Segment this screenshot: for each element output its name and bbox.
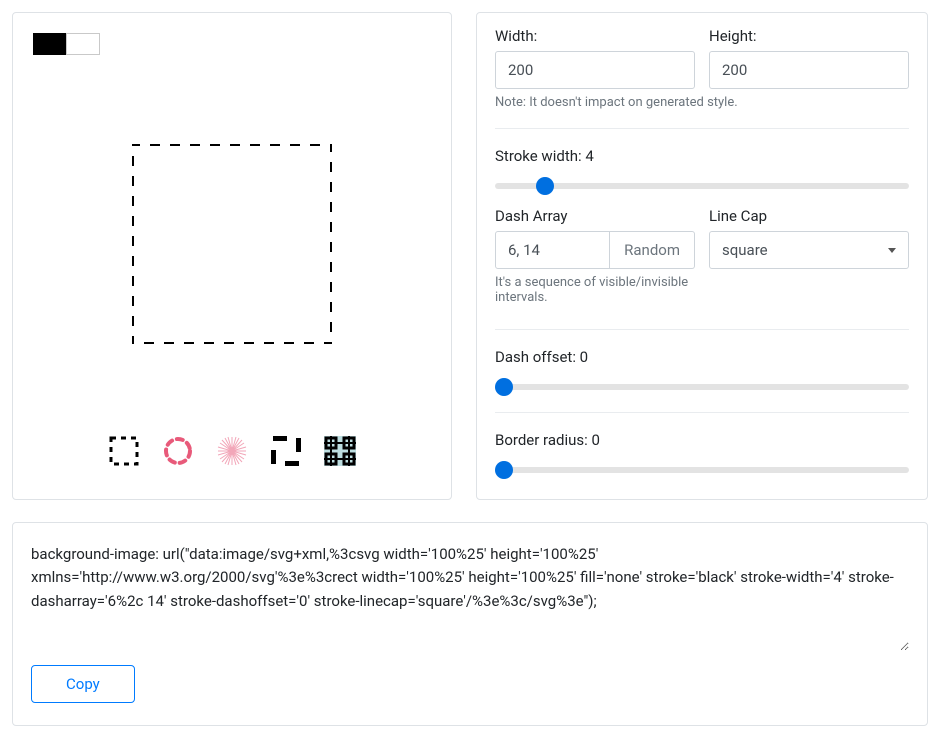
preset-corners[interactable]: [268, 433, 304, 469]
height-label: Height:: [709, 27, 909, 45]
corners-icon: [271, 436, 301, 466]
code-panel: Copy: [12, 522, 928, 726]
width-input[interactable]: [495, 51, 695, 89]
border-radius-slider[interactable]: [495, 467, 909, 473]
linecap-select[interactable]: buttroundsquare: [709, 231, 909, 269]
preview-area: [33, 55, 431, 403]
dash-array-input[interactable]: [495, 231, 610, 269]
dashed-circle-icon: [163, 436, 193, 466]
size-note: Note: It doesn't impact on generated sty…: [495, 95, 909, 110]
random-button[interactable]: Random: [610, 231, 695, 269]
border-radius-section: Border radius: 0: [495, 431, 909, 477]
dashed-border-preview: [132, 144, 332, 344]
preview-panel: [12, 12, 452, 500]
stroke-section: Stroke width: 4 Dash Array Random It's a…: [495, 147, 909, 330]
width-label: Width:: [495, 27, 695, 45]
grid-icon: [324, 436, 356, 466]
preset-dashed-circle[interactable]: [160, 433, 196, 469]
color-swatches: [33, 33, 431, 55]
color-swatch-black[interactable]: [33, 33, 67, 55]
preset-dashed-square[interactable]: [106, 433, 142, 469]
border-radius-label: Border radius: 0: [495, 431, 909, 449]
size-section: Width: Height: Note: It doesn't impact o…: [495, 27, 909, 129]
stroke-width-label: Stroke width: 4: [495, 147, 909, 165]
dashed-square-icon: [109, 436, 139, 466]
dash-offset-section: Dash offset: 0: [495, 348, 909, 413]
copy-button[interactable]: Copy: [31, 665, 135, 703]
controls-panel: Width: Height: Note: It doesn't impact o…: [476, 12, 928, 500]
dash-offset-slider[interactable]: [495, 384, 909, 390]
color-swatch-white[interactable]: [66, 33, 100, 55]
preset-sunburst[interactable]: [214, 433, 250, 469]
generated-code-textarea[interactable]: [31, 541, 909, 651]
dash-array-label: Dash Array: [495, 207, 695, 225]
dash-offset-label: Dash offset: 0: [495, 348, 909, 366]
preset-grid[interactable]: [322, 433, 358, 469]
preset-row: [33, 433, 431, 469]
linecap-label: Line Cap: [709, 207, 909, 225]
height-input[interactable]: [709, 51, 909, 89]
dash-array-note: It's a sequence of visible/invisible int…: [495, 275, 695, 305]
sunburst-icon: [217, 436, 247, 466]
stroke-width-slider[interactable]: [495, 183, 909, 189]
